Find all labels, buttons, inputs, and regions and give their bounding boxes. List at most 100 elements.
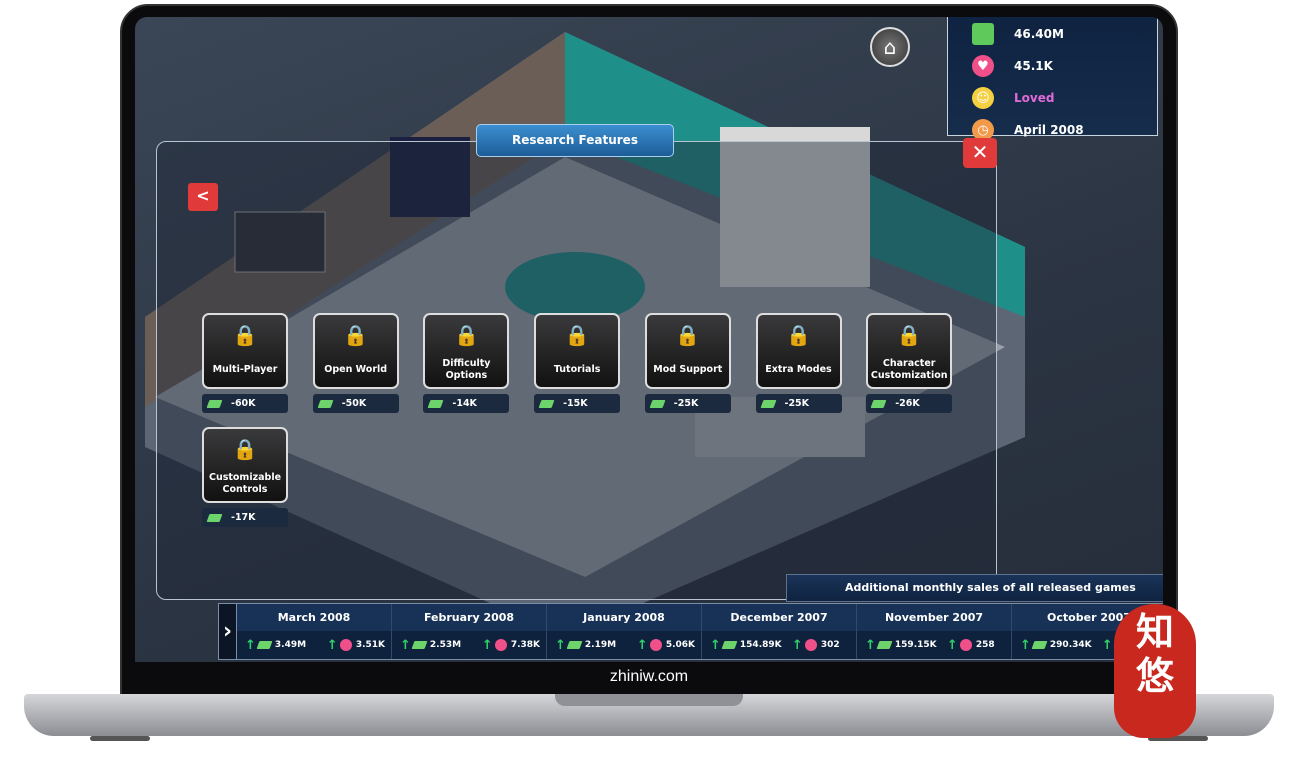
- cost-value: -15K: [563, 398, 588, 409]
- feature-card[interactable]: 🔒 Character Customization -26K: [866, 313, 953, 413]
- cost-value: -50K: [341, 398, 367, 409]
- back-button[interactable]: <: [188, 183, 218, 211]
- cash-icon: [538, 399, 555, 408]
- arrow-up-icon: ↑: [865, 637, 876, 653]
- month-sales: February 2008 ↑ 2.53M ↑ 7.38K: [392, 604, 547, 659]
- month-label: January 2008: [547, 604, 701, 631]
- feature-card[interactable]: 🔒 Mod Support -25K: [644, 313, 731, 413]
- heart-icon: [959, 639, 972, 651]
- month-money: 154.89K: [739, 640, 782, 650]
- feature-cost: -14K: [423, 394, 510, 413]
- feature-cost: -25K: [755, 394, 842, 413]
- monthly-sales-bar: › March 2008 ↑ 3.49M ↑ 3.51K February 2008 ↑ 2.…: [218, 603, 1163, 660]
- lock-icon: 🔒: [453, 323, 479, 347]
- lock-icon: 🔒: [343, 323, 369, 347]
- month-money: 2.19M: [584, 640, 617, 650]
- month-label: March 2008: [237, 604, 391, 631]
- cost-value: -25K: [673, 398, 699, 409]
- home-upgrade-button[interactable]: ⌂: [870, 27, 910, 67]
- month-sales: March 2008 ↑ 3.49M ↑ 3.51K: [237, 604, 392, 659]
- feature-button[interactable]: 🔒 Open World: [312, 313, 399, 389]
- close-button[interactable]: ✕: [963, 138, 997, 168]
- stat-mood: ☺ Loved: [972, 86, 1054, 110]
- stat-money: 46.40M: [972, 22, 1064, 46]
- cost-value: -14K: [452, 398, 477, 409]
- month-money: 159.15K: [894, 640, 937, 650]
- feature-button[interactable]: 🔒 Difficulty Options: [423, 313, 510, 389]
- feature-card[interactable]: 🔒 Tutorials -15K: [534, 313, 621, 413]
- cash-icon: [721, 641, 738, 649]
- fans-value: 45.1K: [1014, 59, 1053, 73]
- panel-title: Research Features: [476, 124, 674, 157]
- cash-icon: [317, 399, 334, 408]
- stats-panel: 46.40M ♥ 45.1K ☺ Loved ◷ April 2008: [947, 17, 1158, 141]
- home-upgrade-icon: ⌂: [883, 35, 897, 59]
- feature-button[interactable]: 🔒 Customizable Controls: [202, 427, 288, 503]
- cash-icon: [1031, 641, 1048, 649]
- feature-button[interactable]: 🔒 Multi-Player: [202, 313, 288, 389]
- feature-name: Multi-Player: [212, 364, 278, 375]
- arrow-up-icon: ↑: [791, 637, 803, 653]
- feature-cost: -60K: [202, 394, 288, 413]
- month-money: 3.49M: [274, 640, 307, 650]
- stat-fans: ♥ 45.1K: [972, 54, 1053, 78]
- heart-icon: ♥: [972, 55, 994, 77]
- laptop-brand-text: zhiniw.com: [609, 668, 689, 685]
- heart-icon: [804, 639, 817, 651]
- arrow-up-icon: ↑: [326, 637, 338, 653]
- heart-icon: [339, 639, 352, 651]
- chevron-left-icon: <: [196, 186, 210, 205]
- arrow-up-icon: ↑: [946, 637, 958, 653]
- laptop-foot: [90, 736, 150, 741]
- cash-icon: [760, 399, 776, 408]
- chevron-right-icon: ›: [222, 619, 233, 644]
- laptop-notch: [555, 694, 743, 706]
- smiley-icon: ☺: [972, 87, 994, 109]
- month-sales: December 2007 ↑ 154.89K ↑ 302: [702, 604, 857, 659]
- arrow-up-icon: ↑: [710, 637, 721, 653]
- monthly-sales-label: Additional monthly sales of all released…: [786, 574, 1163, 602]
- arrow-up-icon: ↑: [481, 637, 493, 653]
- month-label: February 2008: [392, 604, 546, 631]
- cost-value: -26K: [895, 398, 920, 409]
- mood-value: Loved: [1014, 91, 1055, 105]
- month-fans: 302: [820, 640, 840, 650]
- arrow-up-icon: ↑: [400, 637, 411, 653]
- month-fans: 258: [975, 640, 995, 650]
- heart-icon: [649, 639, 662, 651]
- arrow-up-icon: ↑: [245, 637, 256, 653]
- lock-icon: 🔒: [675, 323, 701, 347]
- lock-icon: 🔒: [232, 323, 258, 347]
- feature-cost: -15K: [534, 394, 621, 413]
- month-money: 2.53M: [429, 640, 462, 650]
- feature-card[interactable]: 🔒 Difficulty Options -14K: [423, 313, 510, 413]
- month-money: 290.34K: [1049, 640, 1092, 650]
- feature-cost: -17K: [202, 508, 288, 527]
- feature-name: Customizable Controls: [208, 472, 282, 495]
- date-value: April 2008: [1014, 123, 1084, 137]
- feature-button[interactable]: 🔒 Tutorials: [534, 313, 621, 389]
- feature-cost: -50K: [312, 394, 399, 413]
- feature-card[interactable]: 🔒 Open World -50K: [312, 313, 399, 413]
- feature-name: Difficulty Options: [442, 358, 491, 381]
- cash-icon: [256, 641, 273, 649]
- cost-value: -60K: [231, 398, 256, 409]
- arrow-up-icon: ↑: [555, 637, 566, 653]
- feature-card[interactable]: 🔒 Multi-Player -60K: [202, 313, 288, 413]
- feature-button[interactable]: 🔒 Mod Support: [644, 313, 731, 389]
- feature-card[interactable]: 🔒 Extra Modes -25K: [755, 313, 842, 413]
- feature-button[interactable]: 🔒 Extra Modes: [755, 313, 842, 389]
- lock-icon: 🔒: [786, 323, 811, 347]
- cash-icon: [427, 399, 444, 408]
- feature-button[interactable]: 🔒 Character Customization: [866, 313, 953, 389]
- expand-sales-button[interactable]: ›: [219, 604, 237, 659]
- feature-name: Extra Modes: [765, 364, 832, 375]
- cash-icon: [411, 641, 428, 649]
- cash-icon: [566, 641, 583, 649]
- feature-cost: -25K: [644, 394, 731, 413]
- lock-icon: 🔒: [896, 323, 922, 347]
- cost-value: -25K: [784, 398, 810, 409]
- feature-card[interactable]: 🔒 Customizable Controls -17K: [202, 427, 288, 527]
- cash-icon: [206, 399, 223, 408]
- feature-cost: -26K: [866, 394, 953, 413]
